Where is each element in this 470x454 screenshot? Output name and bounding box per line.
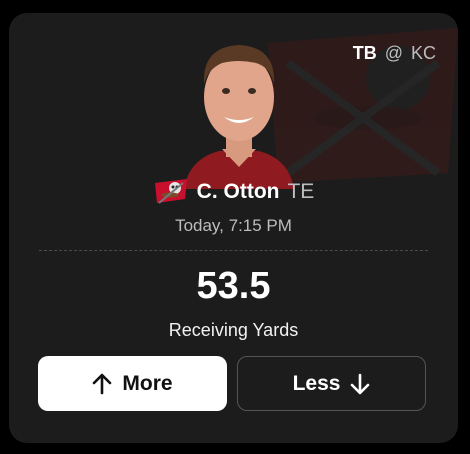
more-button[interactable]: More xyxy=(38,356,227,411)
matchup: TB @ KC xyxy=(353,43,436,64)
away-team: KC xyxy=(410,43,436,63)
arrow-up-icon xyxy=(93,373,112,394)
less-button-label: Less xyxy=(292,371,341,395)
projection-line-value: 53.5 xyxy=(196,265,271,307)
more-button-label: More xyxy=(122,371,173,395)
stat-type-label: Receiving Yards xyxy=(168,320,299,340)
player-position: TE xyxy=(287,180,315,203)
player-row: C. Otton TE xyxy=(9,177,458,207)
less-button[interactable]: Less xyxy=(237,356,426,411)
dashed-divider xyxy=(39,250,428,251)
player-headshot xyxy=(184,45,294,189)
player-name: C. Otton xyxy=(196,180,280,203)
buccaneers-logo-icon xyxy=(154,179,187,204)
home-team: TB xyxy=(352,43,377,63)
player-projection-card[interactable]: TB @ KC C. Otton TE Today, 7:15 PM 53.5 … xyxy=(9,13,458,443)
at-symbol: @ xyxy=(384,43,403,63)
arrow-down-icon xyxy=(351,373,370,394)
game-time: Today, 7:15 PM xyxy=(175,216,292,235)
